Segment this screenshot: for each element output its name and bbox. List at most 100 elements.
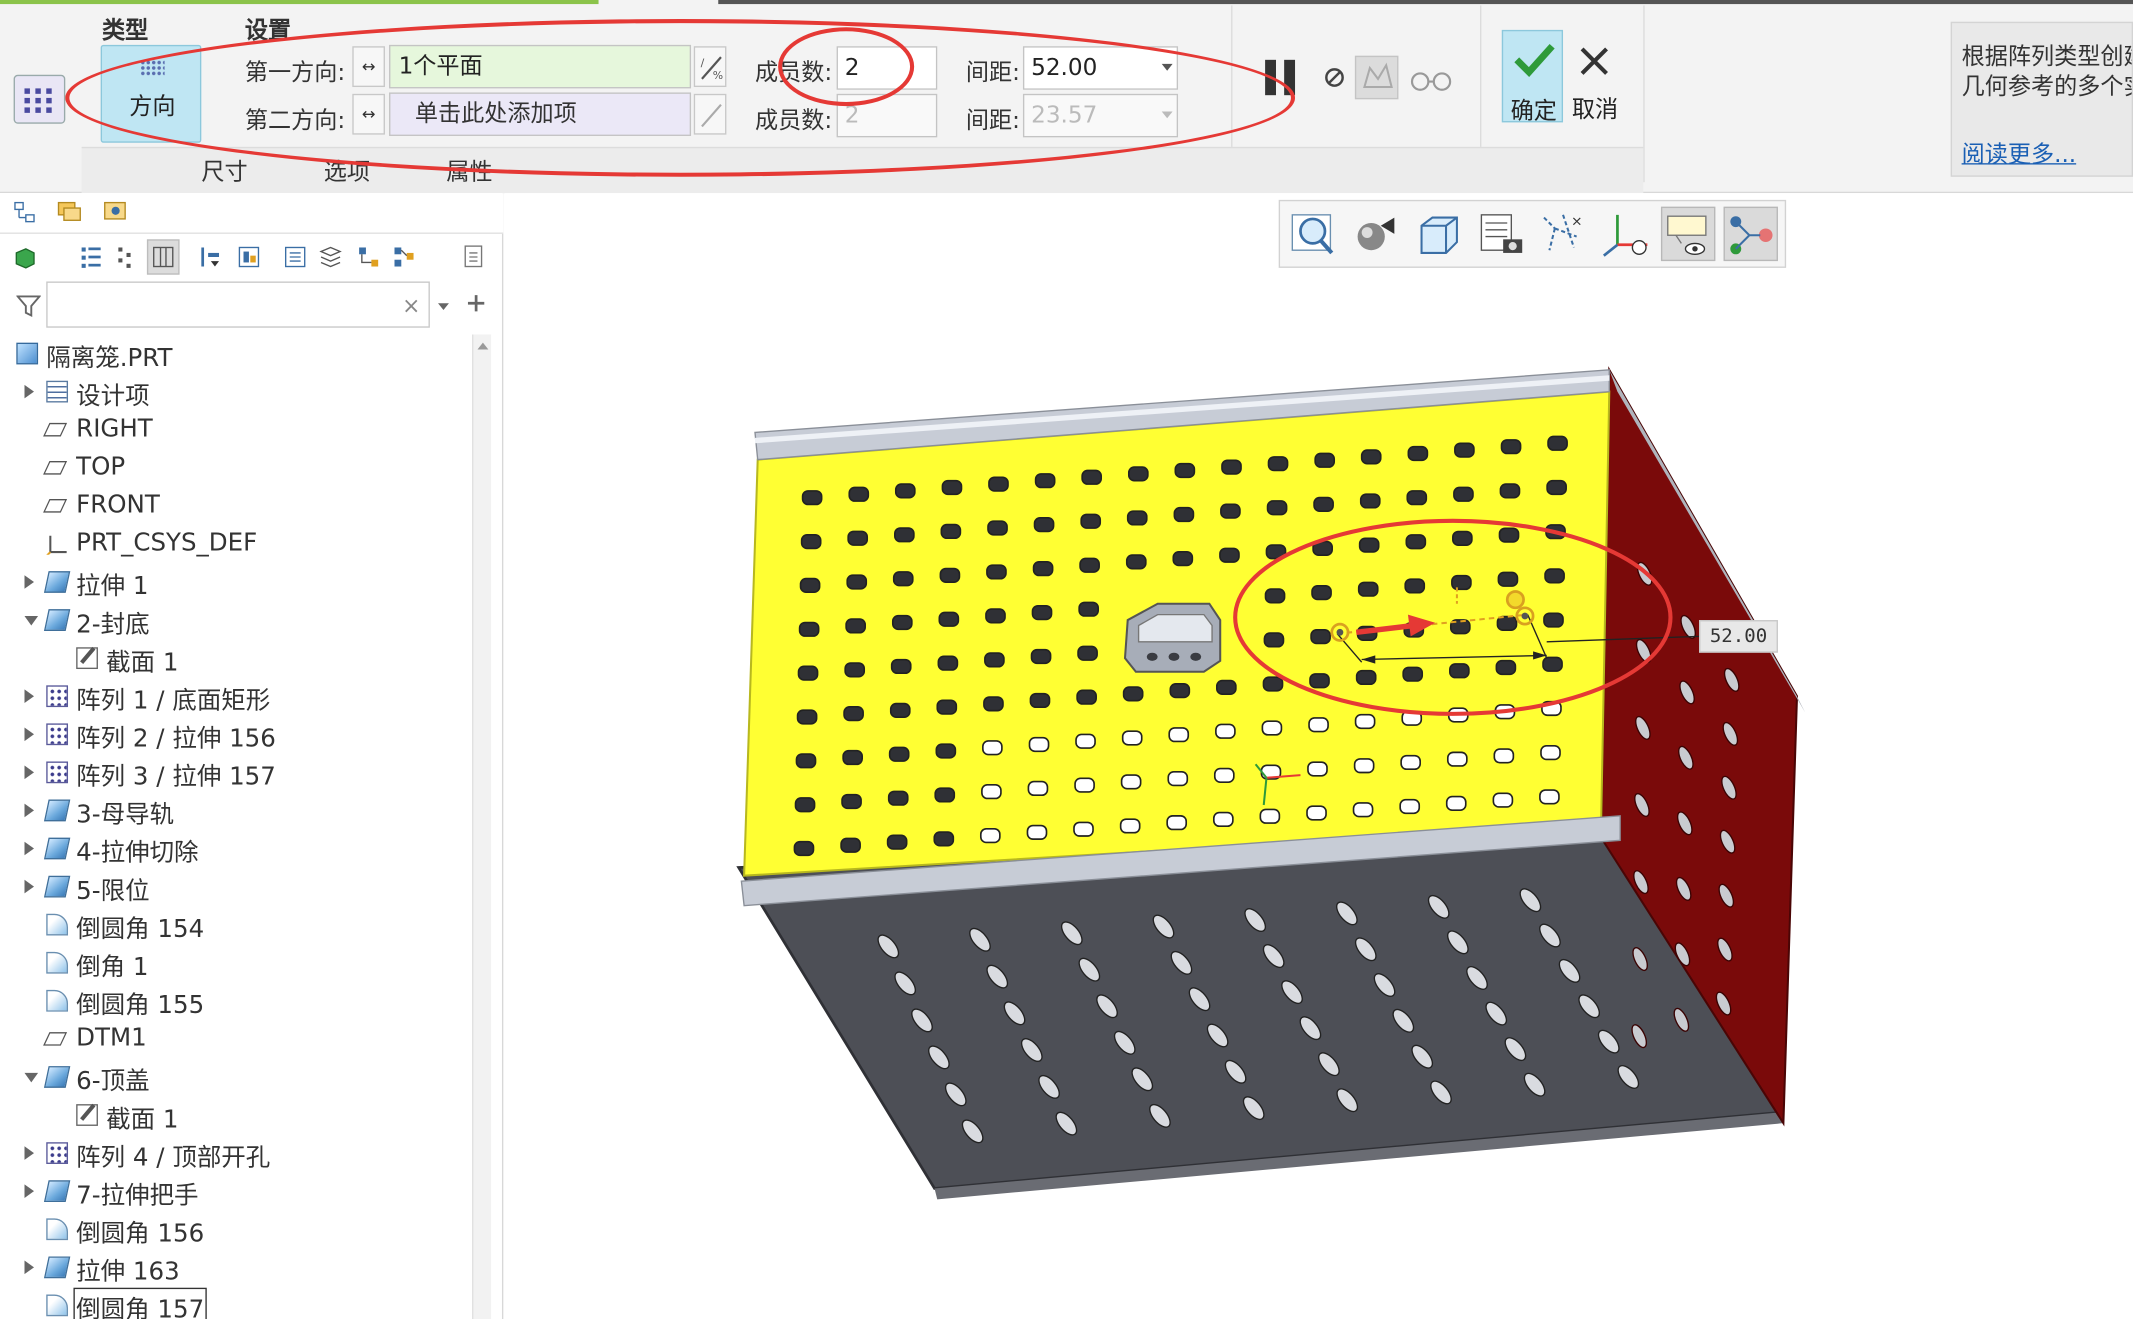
model-tree-tab-icon[interactable]	[14, 201, 38, 225]
expand-arrow-icon[interactable]	[24, 1146, 35, 1160]
tree-item[interactable]: 倒圆角 155	[0, 982, 471, 1020]
annotation-display-button[interactable]	[1660, 206, 1716, 262]
expand-arrow-icon[interactable]	[24, 841, 35, 856]
layer-toggle[interactable]	[146, 239, 180, 275]
geometry-preview-toggle[interactable]	[1354, 55, 1399, 100]
tree-item[interactable]: 阵列 1 / 底面矩形	[0, 677, 471, 715]
expand-all-icon[interactable]	[283, 245, 307, 269]
tree-item[interactable]: 6-顶盖	[0, 1058, 471, 1096]
expand-arrow-icon[interactable]	[24, 765, 35, 780]
tree-item[interactable]: 拉伸 1	[0, 563, 471, 601]
tree-item[interactable]: TOP	[0, 449, 471, 487]
expand-arrow-icon[interactable]	[24, 727, 35, 742]
expand-arrow-icon[interactable]	[24, 1184, 35, 1198]
csys-display-button[interactable]	[1598, 207, 1652, 261]
refit-button[interactable]	[1286, 207, 1340, 261]
reference-viewer-icon[interactable]	[392, 245, 416, 269]
folder-browser-tab-icon[interactable]	[57, 199, 81, 223]
expand-arrow-icon[interactable]	[24, 803, 35, 818]
tree-item-label: 5-限位	[76, 877, 150, 906]
expand-arrow-icon[interactable]	[24, 879, 35, 894]
back-panel-hole	[1313, 496, 1334, 512]
sketch-icon	[76, 1104, 98, 1126]
expand-arrow-icon[interactable]	[24, 384, 35, 399]
checkmark-icon	[1514, 43, 1555, 78]
tab-dimensions[interactable]: 尺寸	[201, 152, 247, 186]
back-panel-hole	[1451, 574, 1472, 591]
tree-item[interactable]: 5-限位	[0, 868, 471, 906]
tree-item[interactable]: 截面 1	[0, 1096, 471, 1134]
ok-button[interactable]: 确定	[1501, 29, 1564, 126]
tree-item[interactable]: 阵列 2 / 拉伸 156	[0, 715, 471, 753]
layers-icon[interactable]	[318, 245, 342, 269]
tree-item[interactable]: 设计项	[0, 373, 471, 411]
show-icon[interactable]	[14, 245, 38, 269]
tree-list-icon[interactable]	[79, 245, 103, 269]
expand-arrow-icon[interactable]	[24, 689, 35, 704]
model-scene[interactable]	[505, 193, 2133, 1319]
tree-item[interactable]: 截面 1	[0, 639, 471, 677]
display-style-button[interactable]	[1348, 207, 1402, 261]
expand-arrow-icon[interactable]	[24, 575, 35, 589]
cancel-button[interactable]: 取消	[1564, 30, 1625, 124]
tree-item[interactable]: FRONT	[0, 487, 471, 525]
tree-item[interactable]: 4-拉伸切除	[0, 829, 471, 868]
back-panel-hole	[1215, 679, 1237, 695]
tree-columns-icon[interactable]	[114, 245, 138, 269]
tree-root[interactable]: 隔离笼.PRT	[0, 335, 471, 373]
funnel-icon[interactable]	[16, 294, 41, 318]
scroll-up-icon[interactable]	[477, 342, 489, 350]
ok-button-label: 确定	[1510, 97, 1557, 126]
collapse-arrow-icon[interactable]	[24, 615, 39, 626]
back-panel-hole	[979, 827, 1001, 844]
spin-center-button[interactable]	[1723, 206, 1778, 262]
no-preview-icon[interactable]	[1322, 65, 1346, 89]
back-panel-hole	[1357, 581, 1379, 597]
annotation-ellipse-settings	[65, 19, 1296, 177]
back-panel-hole	[1359, 493, 1381, 509]
tree-item[interactable]: 阵列 3 / 拉伸 157	[0, 753, 471, 791]
expand-arrow-icon[interactable]	[24, 1260, 35, 1275]
tree-scrollbar[interactable]	[472, 334, 492, 1319]
back-panel-hole	[1498, 527, 1520, 543]
notes-icon[interactable]	[463, 245, 487, 269]
saved-orientations-button[interactable]	[1411, 207, 1465, 261]
back-panel-hole	[847, 530, 869, 546]
tree-item[interactable]: 倒圆角 156	[0, 1210, 471, 1248]
tree-item[interactable]: 阵列 4 / 顶部开孔	[0, 1134, 471, 1172]
collapse-arrow-icon[interactable]	[24, 1072, 39, 1083]
extrude-icon	[43, 837, 71, 860]
tree-item[interactable]: 倒圆角 154	[0, 906, 471, 944]
graphics-viewport[interactable]: 52.00 ×	[504, 193, 2133, 1319]
dependency-icon[interactable]	[356, 245, 380, 269]
tree-filter-icon[interactable]	[199, 245, 223, 269]
tree-item[interactable]: DTM1	[0, 1020, 471, 1058]
tree-item[interactable]: 7-拉伸把手	[0, 1172, 471, 1210]
back-panel-hole	[1310, 629, 1331, 645]
tree-item[interactable]: RIGHT	[0, 411, 471, 449]
tree-item[interactable]: 2-封底	[0, 601, 471, 639]
tree-item[interactable]: 倒圆角 157	[0, 1286, 471, 1319]
chevron-down-icon[interactable]	[435, 296, 459, 320]
add-icon[interactable]	[465, 292, 489, 316]
back-panel-hole	[1074, 777, 1095, 793]
read-more-link[interactable]: 阅读更多...	[1962, 135, 2077, 168]
tree-item[interactable]: 倒角 1	[0, 944, 471, 982]
tree-item[interactable]: PRT_CSYS_DEF	[0, 525, 471, 563]
spacing-dimension-tag[interactable]: 52.00	[1699, 620, 1778, 653]
datum-display-button[interactable]: ×	[1536, 207, 1590, 261]
tree-settings-icon[interactable]	[237, 245, 261, 269]
favorites-tab-icon[interactable]	[103, 199, 127, 223]
clear-search-icon[interactable]: ×	[402, 292, 420, 318]
tree-search-input[interactable]: ×	[46, 281, 430, 328]
verify-glasses-icon[interactable]	[1409, 65, 1453, 92]
round-icon	[46, 913, 69, 936]
datum-display-icon: ×	[1543, 214, 1583, 251]
back-panel-hole	[891, 614, 913, 631]
back-panel-hole	[1496, 615, 1518, 631]
tree-item[interactable]: 拉伸 163	[0, 1248, 471, 1286]
back-panel-hole	[982, 740, 1003, 756]
graphics-toolbar: ×	[1278, 199, 1787, 268]
tree-item[interactable]: 3-母导轨	[0, 791, 471, 829]
view-manager-button[interactable]	[1473, 207, 1527, 261]
